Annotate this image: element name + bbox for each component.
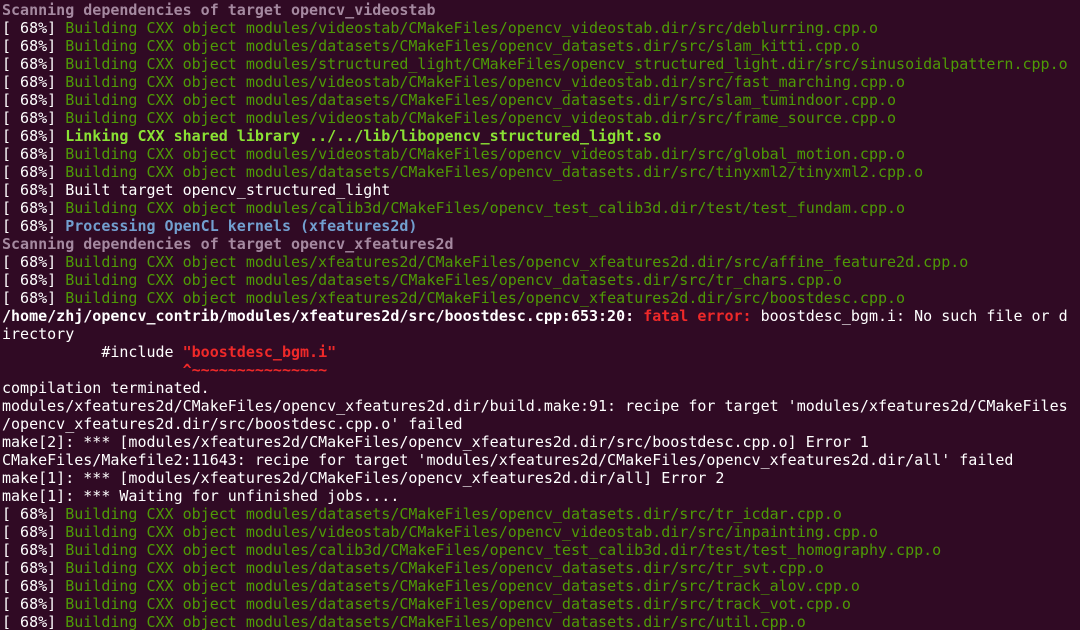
progress-prefix: [ 68%] bbox=[2, 613, 66, 630]
progress-prefix: [ 68%] bbox=[2, 73, 66, 91]
terminal-line: irectory bbox=[2, 325, 1080, 343]
build-message: Building CXX object modules/datasets/CMa… bbox=[65, 505, 842, 523]
caret-indent bbox=[2, 361, 183, 379]
terminal-line: [ 68%] Building CXX object modules/datas… bbox=[2, 559, 1080, 577]
terminal-line: make[1]: *** Waiting for unfinished jobs… bbox=[2, 487, 1080, 505]
include-file: "boostdesc_bgm.i" bbox=[182, 343, 337, 361]
progress-prefix: [ 68%] bbox=[2, 289, 66, 307]
progress-prefix: [ 68%] bbox=[2, 109, 66, 127]
caret-marker: ^~~~~~~~~~~~~~~~ bbox=[182, 361, 328, 379]
error-label: fatal error: bbox=[643, 307, 752, 325]
terminal-line: [ 68%] Building CXX object modules/datas… bbox=[2, 163, 1080, 181]
terminal-line: [ 68%] Built target opencv_structured_li… bbox=[2, 181, 1080, 199]
terminal-line: [ 68%] Linking CXX shared library ../../… bbox=[2, 127, 1080, 145]
terminal-line: compilation terminated. bbox=[2, 379, 1080, 397]
build-message: Building CXX object modules/calib3d/CMak… bbox=[65, 199, 906, 217]
scan-message: Scanning dependencies of target opencv_x… bbox=[2, 235, 454, 253]
build-message: Building CXX object modules/videostab/CM… bbox=[65, 523, 878, 541]
terminal-line: [ 68%] Processing OpenCL kernels (xfeatu… bbox=[2, 217, 1080, 235]
terminal-line: ^~~~~~~~~~~~~~~~ bbox=[2, 361, 1080, 379]
terminal-line: [ 68%] Building CXX object modules/xfeat… bbox=[2, 253, 1080, 271]
terminal-line: [ 68%] Building CXX object modules/datas… bbox=[2, 37, 1080, 55]
process-message: Processing OpenCL kernels (xfeatures2d) bbox=[65, 217, 418, 235]
build-message: Building CXX object modules/datasets/CMa… bbox=[65, 595, 851, 613]
build-message: Building CXX object modules/videostab/CM… bbox=[65, 109, 897, 127]
scan-message: Scanning dependencies of target opencv_v… bbox=[2, 1, 436, 19]
link-message: Linking CXX shared library ../../lib/lib… bbox=[65, 127, 662, 145]
include-directive: #include bbox=[101, 343, 183, 361]
terminal-line: make[1]: *** [modules/xfeatures2d/CMakeF… bbox=[2, 469, 1080, 487]
plain-message: make[1]: *** Waiting for unfinished jobs… bbox=[2, 487, 400, 505]
terminal-line: [ 68%] Building CXX object modules/video… bbox=[2, 523, 1080, 541]
progress-prefix: [ 68%] bbox=[2, 577, 66, 595]
build-message: Building CXX object modules/videostab/CM… bbox=[65, 19, 878, 37]
terminal-line: [ 68%] Building CXX object modules/video… bbox=[2, 109, 1080, 127]
terminal-line: modules/xfeatures2d/CMakeFiles/opencv_xf… bbox=[2, 397, 1080, 415]
progress-prefix: [ 68%] bbox=[2, 19, 66, 37]
progress-prefix: [ 68%] bbox=[2, 523, 66, 541]
plain-message: modules/xfeatures2d/CMakeFiles/opencv_xf… bbox=[2, 397, 1068, 415]
build-message: Building CXX object modules/xfeatures2d/… bbox=[65, 289, 906, 307]
build-message: Building CXX object modules/videostab/CM… bbox=[65, 73, 906, 91]
progress-prefix: [ 68%] bbox=[2, 145, 66, 163]
error-message: boostdesc_bgm.i: No such file or d bbox=[751, 307, 1068, 325]
progress-prefix: [ 68%] bbox=[2, 541, 66, 559]
build-message: Building CXX object modules/videostab/CM… bbox=[65, 145, 906, 163]
terminal-line: Scanning dependencies of target opencv_v… bbox=[2, 1, 1080, 19]
progress-prefix: [ 68%] bbox=[2, 253, 66, 271]
progress-prefix: [ 68%] bbox=[2, 37, 66, 55]
plain-message: Built target opencv_structured_light bbox=[65, 181, 391, 199]
plain-message: make[2]: *** [modules/xfeatures2d/CMakeF… bbox=[2, 433, 869, 451]
progress-prefix: [ 68%] bbox=[2, 127, 66, 145]
progress-prefix: [ 68%] bbox=[2, 91, 66, 109]
terminal-line: Scanning dependencies of target opencv_x… bbox=[2, 235, 1080, 253]
terminal-line: make[2]: *** [modules/xfeatures2d/CMakeF… bbox=[2, 433, 1080, 451]
build-message: Building CXX object modules/xfeatures2d/… bbox=[65, 253, 969, 271]
include-indent bbox=[2, 343, 101, 361]
progress-prefix: [ 68%] bbox=[2, 595, 66, 613]
progress-prefix: [ 68%] bbox=[2, 163, 66, 181]
error-location: /home/zhj/opencv_contrib/modules/xfeatur… bbox=[2, 307, 644, 325]
build-message: Building CXX object modules/datasets/CMa… bbox=[65, 37, 860, 55]
build-message: Building CXX object modules/datasets/CMa… bbox=[65, 577, 860, 595]
build-message: Building CXX object modules/datasets/CMa… bbox=[65, 613, 806, 630]
progress-prefix: [ 68%] bbox=[2, 505, 66, 523]
progress-prefix: [ 68%] bbox=[2, 559, 66, 577]
terminal-line: [ 68%] Building CXX object modules/datas… bbox=[2, 505, 1080, 523]
terminal-line: CMakeFiles/Makefile2:11643: recipe for t… bbox=[2, 451, 1080, 469]
terminal-line: /home/zhj/opencv_contrib/modules/xfeatur… bbox=[2, 307, 1080, 325]
terminal-output[interactable]: Scanning dependencies of target opencv_v… bbox=[0, 0, 1080, 630]
terminal-line: /opencv_xfeatures2d.dir/src/boostdesc.cp… bbox=[2, 415, 1080, 433]
terminal-line: [ 68%] Building CXX object modules/datas… bbox=[2, 577, 1080, 595]
plain-message: /opencv_xfeatures2d.dir/src/boostdesc.cp… bbox=[2, 415, 463, 433]
terminal-line: [ 68%] Building CXX object modules/xfeat… bbox=[2, 289, 1080, 307]
progress-prefix: [ 68%] bbox=[2, 217, 66, 235]
build-message: Building CXX object modules/datasets/CMa… bbox=[65, 91, 897, 109]
terminal-line: [ 68%] Building CXX object modules/video… bbox=[2, 73, 1080, 91]
terminal-line: [ 68%] Building CXX object modules/calib… bbox=[2, 541, 1080, 559]
terminal-line: [ 68%] Building CXX object modules/datas… bbox=[2, 595, 1080, 613]
build-message: Building CXX object modules/structured_l… bbox=[65, 55, 1068, 73]
build-message: Building CXX object modules/datasets/CMa… bbox=[65, 559, 824, 577]
build-message: Building CXX object modules/datasets/CMa… bbox=[65, 271, 842, 289]
terminal-line: [ 68%] Building CXX object modules/datas… bbox=[2, 91, 1080, 109]
terminal-line: #include "boostdesc_bgm.i" bbox=[2, 343, 1080, 361]
progress-prefix: [ 68%] bbox=[2, 199, 66, 217]
plain-message: make[1]: *** [modules/xfeatures2d/CMakeF… bbox=[2, 469, 725, 487]
terminal-line: [ 68%] Building CXX object modules/datas… bbox=[2, 271, 1080, 289]
build-message: Building CXX object modules/datasets/CMa… bbox=[65, 163, 924, 181]
build-message: Building CXX object modules/calib3d/CMak… bbox=[65, 541, 942, 559]
plain-message: compilation terminated. bbox=[2, 379, 210, 397]
progress-prefix: [ 68%] bbox=[2, 271, 66, 289]
plain-message: CMakeFiles/Makefile2:11643: recipe for t… bbox=[2, 451, 1014, 469]
plain-message: irectory bbox=[2, 325, 75, 343]
terminal-line: [ 68%] Building CXX object modules/datas… bbox=[2, 613, 1080, 630]
progress-prefix: [ 68%] bbox=[2, 55, 66, 73]
terminal-line: [ 68%] Building CXX object modules/video… bbox=[2, 19, 1080, 37]
terminal-line: [ 68%] Building CXX object modules/struc… bbox=[2, 55, 1080, 73]
terminal-line: [ 68%] Building CXX object modules/video… bbox=[2, 145, 1080, 163]
terminal-line: [ 68%] Building CXX object modules/calib… bbox=[2, 199, 1080, 217]
progress-prefix: [ 68%] bbox=[2, 181, 66, 199]
